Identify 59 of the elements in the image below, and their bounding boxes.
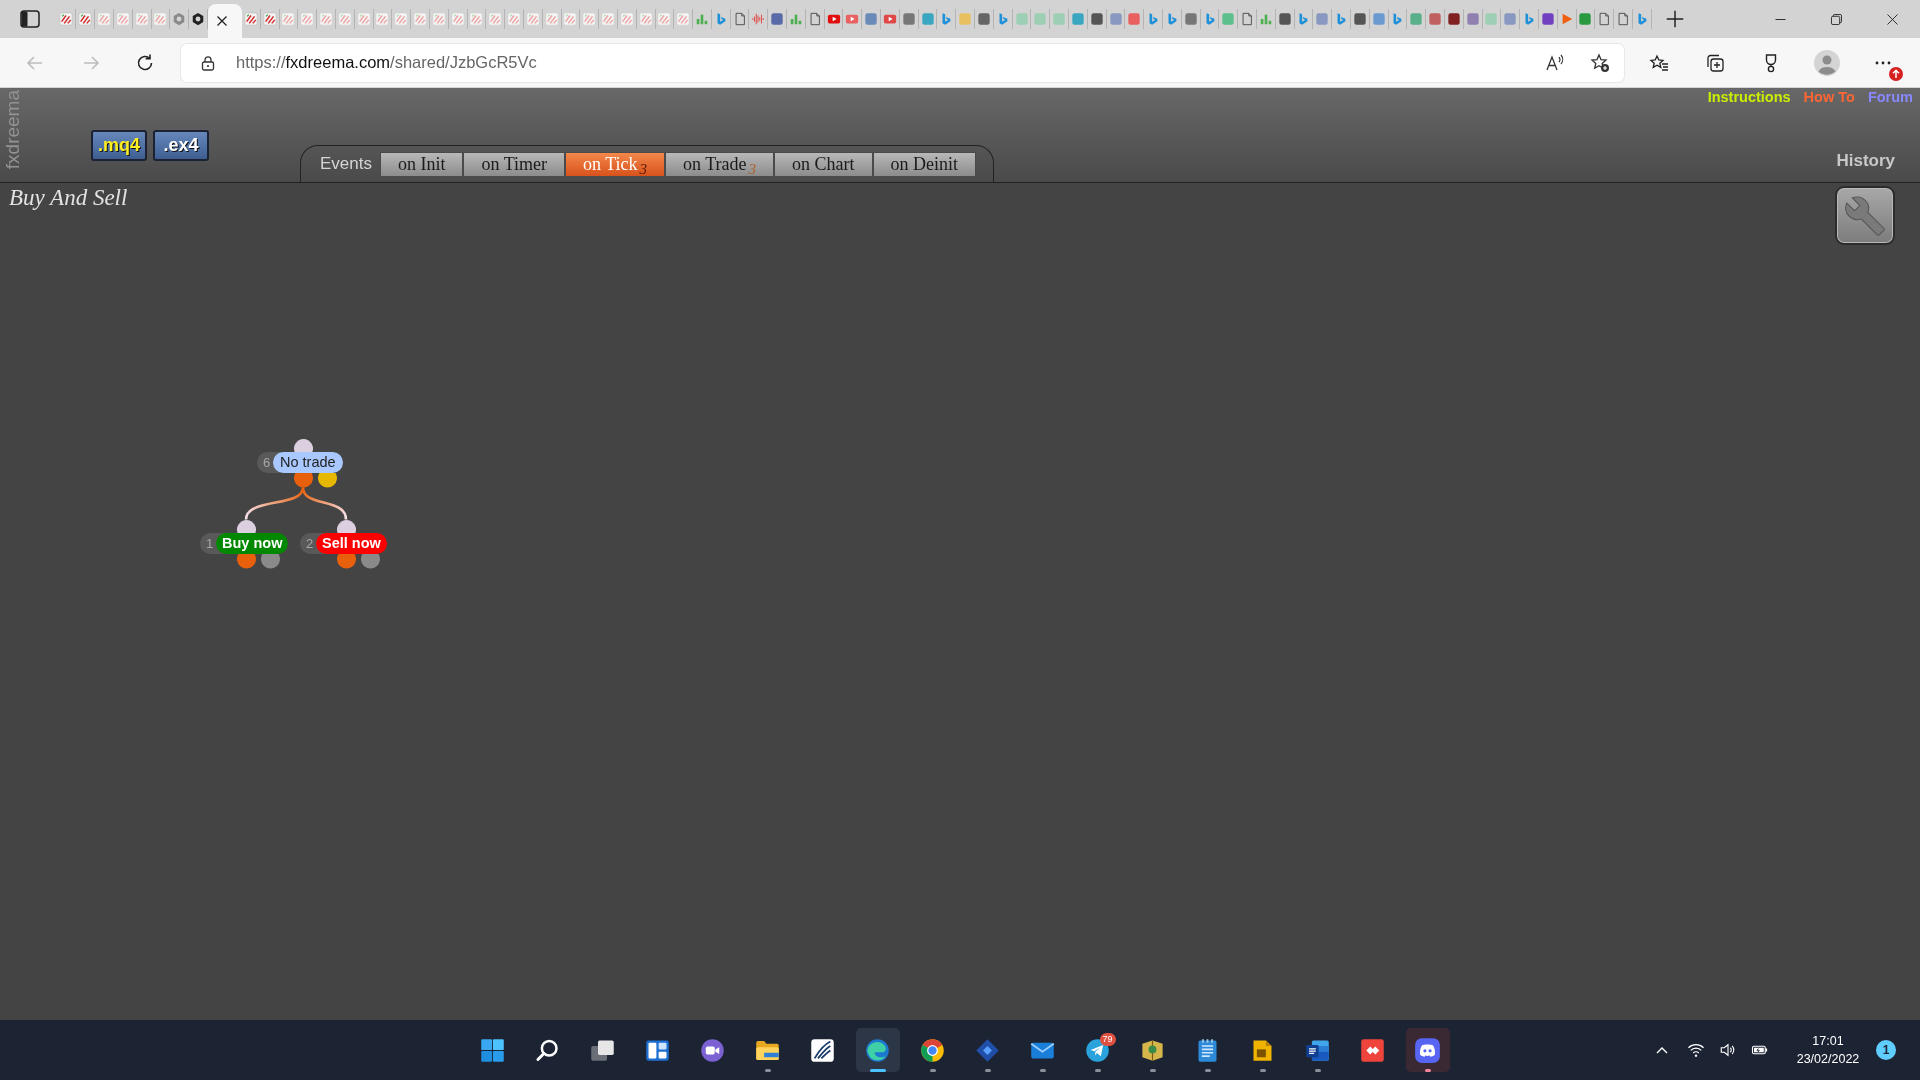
lock-icon[interactable]	[200, 54, 216, 71]
input-connector-icon[interactable]	[336, 519, 356, 533]
history-link[interactable]: History	[1836, 151, 1895, 171]
add-favorite-icon[interactable]	[1590, 52, 1610, 73]
swirl-logo-icon[interactable]	[864, 1036, 891, 1064]
wrench-button[interactable]	[1835, 186, 1895, 245]
diamond-icon[interactable]	[974, 1036, 1001, 1064]
collections-icon[interactable]	[1705, 52, 1725, 73]
download-button[interactable]: .ex4	[153, 130, 209, 161]
project-title: Buy And Sell	[9, 185, 128, 211]
input-connector-icon[interactable]	[236, 519, 256, 533]
close-icon[interactable]	[215, 15, 228, 27]
output-connector-icon[interactable]	[260, 554, 280, 569]
event-tab[interactable]: on Tick$_{3}$	[565, 151, 666, 177]
event-tab[interactable]: on Init	[380, 151, 464, 177]
wrench-icon	[1844, 194, 1886, 237]
round-logo-icon[interactable]	[919, 1036, 946, 1064]
feather-tile-icon[interactable]	[809, 1036, 836, 1064]
output-connector-icon[interactable]	[293, 473, 313, 488]
download-button[interactable]: .mq4	[91, 130, 147, 161]
tab-actions-icon[interactable]	[20, 10, 40, 28]
game-controller-icon[interactable]	[1414, 1036, 1441, 1064]
clock-date[interactable]: 23/02/2022	[1796, 1050, 1860, 1068]
canvas-block[interactable]: No trade	[273, 452, 343, 473]
address-field[interactable]: https://fxdreema.com/shared/JzbGcR5Vc	[181, 43, 1624, 82]
connector-line	[244, 487, 305, 520]
update-badge-icon	[1889, 66, 1903, 81]
connector-line	[301, 487, 348, 520]
header-link[interactable]: Instructions	[1707, 89, 1791, 106]
address-text[interactable]: https://fxdreema.com/shared/JzbGcR5Vc	[236, 53, 537, 72]
event-tab[interactable]: on Deinit	[872, 151, 977, 177]
taskbar-button[interactable]	[1405, 1028, 1450, 1072]
paper-plane-icon[interactable]	[1084, 1036, 1111, 1064]
brand-label: fxdreema	[3, 90, 23, 170]
input-connector-icon[interactable]	[293, 438, 313, 452]
events-label: Events	[320, 154, 372, 174]
output-connector-icon[interactable]	[317, 473, 337, 488]
avatar-icon[interactable]	[1814, 49, 1840, 76]
video-chat-icon[interactable]	[699, 1036, 726, 1064]
output-connector-icon[interactable]	[236, 554, 256, 569]
notification-badge: 79	[1099, 1033, 1116, 1046]
diamond-tile-icon[interactable]	[1359, 1036, 1386, 1064]
output-connector-icon[interactable]	[360, 554, 380, 569]
close-icon[interactable]	[1886, 13, 1898, 25]
restore-icon[interactable]	[1830, 13, 1842, 25]
start-icon[interactable]	[479, 1036, 506, 1064]
reload-icon[interactable]	[135, 52, 155, 73]
taskbar-button[interactable]	[855, 1028, 900, 1072]
notification-count[interactable]: 1	[1876, 1040, 1896, 1060]
output-connector-icon[interactable]	[336, 554, 356, 569]
canvas-block[interactable]: Buy now	[216, 533, 289, 554]
event-tab[interactable]: on Chart	[774, 151, 873, 177]
event-tab[interactable]: on Timer	[463, 151, 565, 177]
canvas-block[interactable]: Sell now	[316, 533, 387, 554]
event-tab[interactable]: on Trade$_{3}$	[665, 151, 775, 177]
clock-time[interactable]: 17:01	[1812, 1032, 1844, 1050]
volume-icon[interactable]	[1719, 1041, 1737, 1059]
wifi-icon[interactable]	[1687, 1041, 1705, 1059]
read-aloud-icon[interactable]	[1545, 52, 1565, 73]
